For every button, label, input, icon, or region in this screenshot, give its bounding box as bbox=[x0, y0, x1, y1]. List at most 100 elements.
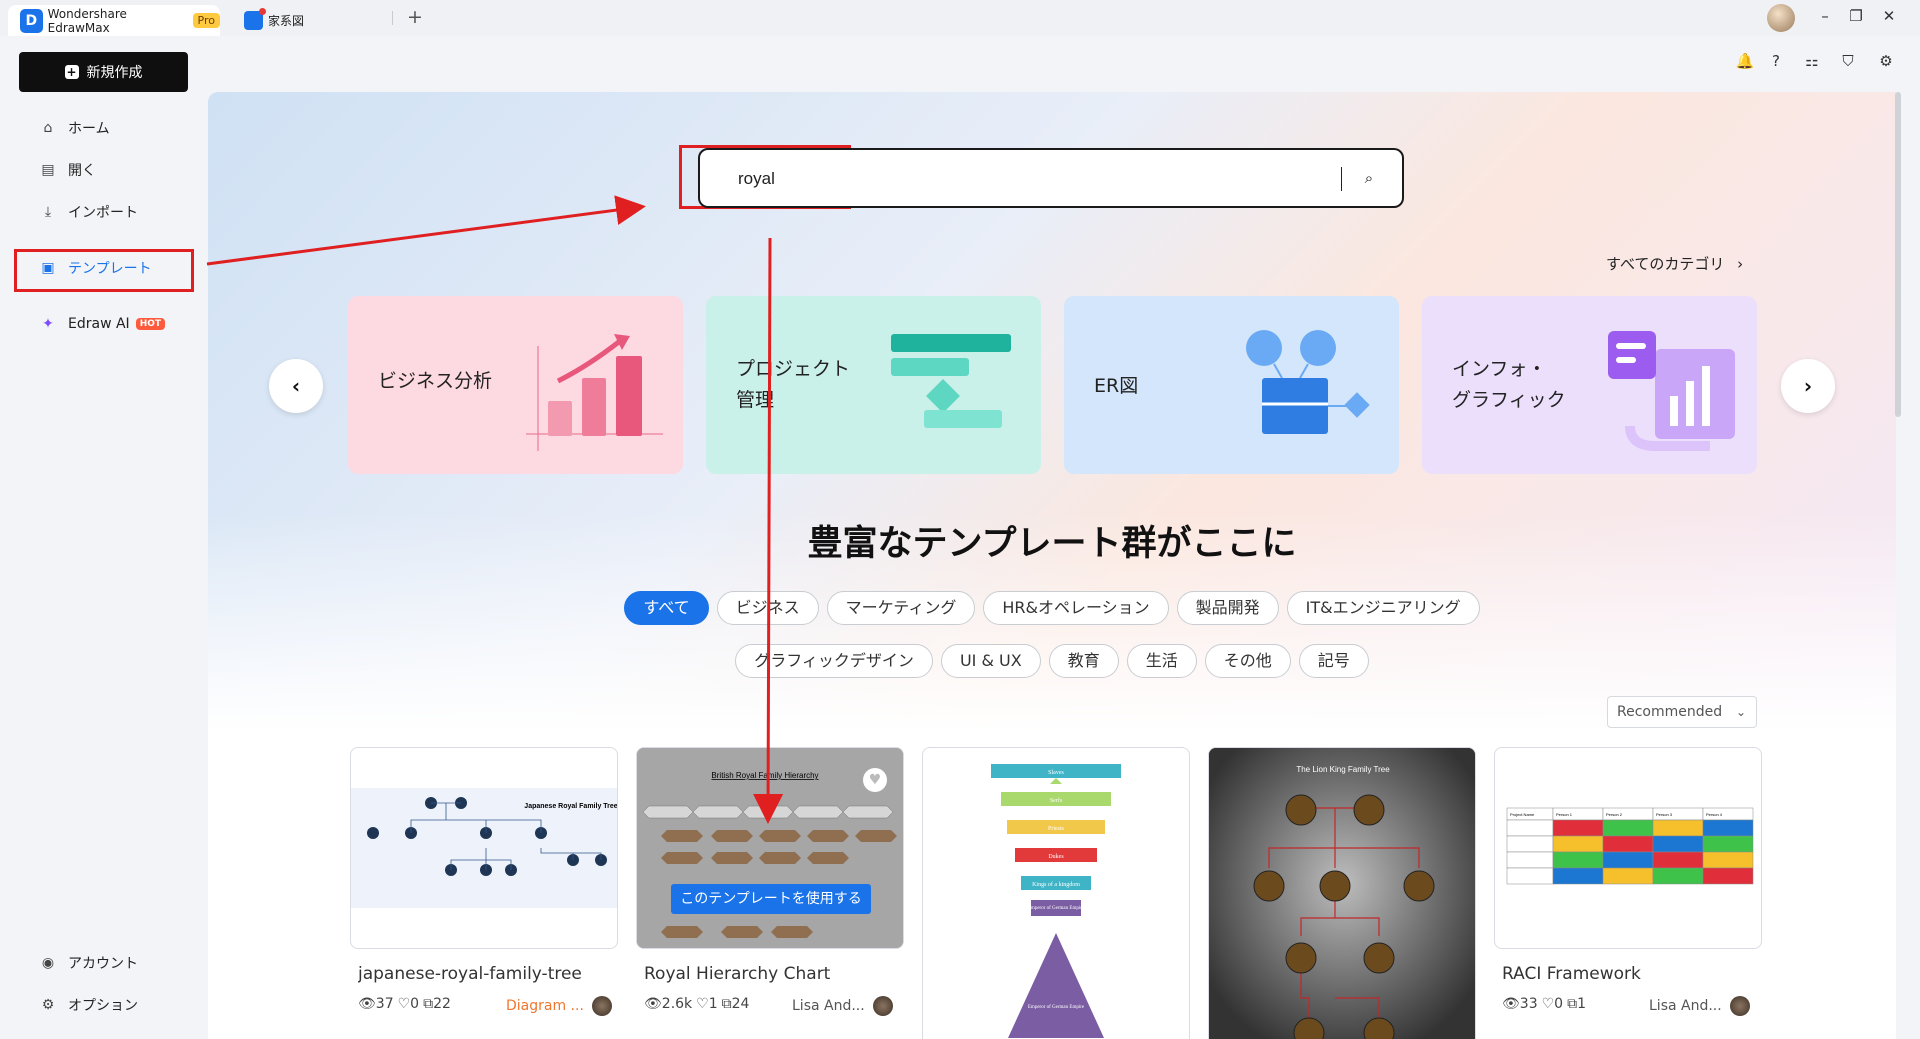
filter-chip-marketing[interactable]: マーケティング bbox=[826, 591, 976, 625]
edrawmax-logo-icon: D bbox=[20, 8, 43, 33]
filter-chip-all[interactable]: すべて bbox=[624, 591, 709, 625]
template-card[interactable]: Slaves Serfs Priests Dukes Kings of a ki… bbox=[922, 747, 1190, 1039]
new-button-label: 新規作成 bbox=[86, 65, 143, 81]
author-name: Lisa And... bbox=[792, 998, 865, 1014]
template-card[interactable]: The Lion King Family Tree bbox=[1208, 747, 1476, 1039]
all-categories-label: すべてのカテゴリ bbox=[1606, 255, 1725, 273]
restore-button[interactable]: ❐ bbox=[1846, 7, 1866, 25]
template-author[interactable]: Lisa And... bbox=[792, 996, 893, 1016]
sort-value: Recommended bbox=[1617, 704, 1723, 720]
shirt-icon[interactable]: ⛉ bbox=[1838, 52, 1858, 70]
gear-icon[interactable]: ⚙ bbox=[1876, 52, 1896, 70]
template-thumbnail: Slaves Serfs Priests Dukes Kings of a ki… bbox=[991, 764, 1121, 1038]
account-icon: ◉ bbox=[41, 955, 55, 971]
favorite-icon[interactable]: ♥ bbox=[863, 768, 887, 792]
hot-badge: HOT bbox=[135, 318, 166, 330]
filter-row-2: グラフィックデザイン UI & UX 教育 生活 その他 記号 bbox=[208, 644, 1896, 678]
svg-text:Emperor of German Empire: Emperor of German Empire bbox=[1028, 906, 1085, 911]
import-icon: ⤓ bbox=[44, 204, 52, 220]
filter-chip-graphic-design[interactable]: グラフィックデザイン bbox=[735, 644, 933, 678]
likes-count: 0 bbox=[1554, 996, 1564, 1012]
filter-chip-ui-ux[interactable]: UI & UX bbox=[940, 644, 1041, 678]
filter-chip-symbols[interactable]: 記号 bbox=[1298, 644, 1369, 678]
help-icon[interactable]: ? bbox=[1766, 52, 1786, 70]
sidebar-item-label: アカウント bbox=[68, 956, 138, 972]
use-template-button[interactable]: このテンプレートを使用する bbox=[671, 884, 871, 914]
title-bar: D Wondershare EdrawMax Pro 家系図 + – ❐ ✕ bbox=[0, 0, 1920, 36]
template-title[interactable]: RACI Framework bbox=[1502, 964, 1762, 984]
category-label: インフォ・ グラフィック bbox=[1452, 358, 1566, 411]
filter-chip-hr[interactable]: HR&オペレーション bbox=[983, 591, 1169, 625]
apps-icon[interactable]: ⚏ bbox=[1802, 52, 1822, 70]
template-title[interactable]: Royal Hierarchy Chart bbox=[644, 964, 904, 984]
new-document-button[interactable]: + 新規作成 bbox=[19, 52, 188, 92]
svg-text:Person 3: Person 3 bbox=[1656, 812, 1673, 817]
sidebar-item-open[interactable]: ▤ 開く bbox=[40, 160, 96, 180]
sidebar-item-import[interactable]: ⤓ インポート bbox=[40, 202, 138, 222]
thumb-title: The Lion King Family Tree bbox=[1296, 765, 1390, 774]
template-thumbnail: Project Name Person 1 Person 2 Person 3 Pers… bbox=[1506, 807, 1754, 885]
bar-chart-illustration bbox=[526, 334, 663, 451]
page-headline: 豊富なテンプレート群がここに bbox=[807, 524, 1297, 564]
template-card[interactable]: Japanese Royal Family Tree bbox=[350, 747, 618, 949]
carousel-next-button[interactable]: › bbox=[1781, 359, 1835, 413]
sidebar-item-templates[interactable]: ▣ テンプレート bbox=[40, 258, 151, 278]
template-card[interactable]: Project Name Person 1 Person 2 Person 3 Pers… bbox=[1494, 747, 1762, 949]
svg-text:Dukes: Dukes bbox=[1048, 854, 1064, 860]
category-label: ER図 bbox=[1094, 375, 1139, 397]
tab-edrawmax[interactable]: D Wondershare EdrawMax Pro bbox=[8, 5, 220, 36]
chevron-left-icon: ‹ bbox=[291, 374, 301, 398]
filter-chip-other[interactable]: その他 bbox=[1204, 644, 1291, 678]
template-thumbnail: The Lion King Family Tree bbox=[1209, 748, 1475, 1039]
svg-text:Project Name: Project Name bbox=[1510, 812, 1535, 817]
filter-chip-business[interactable]: ビジネス bbox=[716, 591, 819, 625]
gear-icon: ⚙ bbox=[41, 997, 55, 1013]
template-author[interactable]: Diagram ... bbox=[506, 996, 612, 1016]
filter-chip-life[interactable]: 生活 bbox=[1126, 644, 1197, 678]
filter-chip-product[interactable]: 製品開発 bbox=[1176, 591, 1279, 625]
sidebar-item-options[interactable]: ⚙ オプション bbox=[40, 995, 138, 1015]
likes-count: 1 bbox=[708, 996, 718, 1012]
category-project-management[interactable]: プロジェクト 管理 bbox=[706, 296, 1041, 474]
sidebar-item-label: 開く bbox=[68, 163, 96, 179]
user-avatar[interactable] bbox=[1767, 4, 1795, 32]
sidebar-item-edraw-ai[interactable]: ✦ Edraw AI HOT bbox=[40, 316, 166, 332]
template-title[interactable]: japanese-royal-family-tree bbox=[358, 964, 618, 984]
sidebar-item-account[interactable]: ◉ アカウント bbox=[40, 953, 138, 973]
pro-badge: Pro bbox=[192, 13, 220, 28]
tab-family-tree[interactable]: 家系図 bbox=[236, 5, 304, 36]
sidebar-item-home[interactable]: ⌂ ホーム bbox=[40, 118, 110, 138]
svg-text:Serfs: Serfs bbox=[1050, 797, 1063, 804]
eye-icon: 👁 bbox=[644, 996, 662, 1012]
search-divider bbox=[1341, 167, 1342, 191]
author-name: Diagram ... bbox=[506, 998, 584, 1014]
sort-dropdown[interactable]: Recommended ⌄ bbox=[1607, 696, 1757, 728]
likes-count: 0 bbox=[410, 996, 420, 1012]
search-input[interactable] bbox=[738, 164, 1298, 194]
bell-icon[interactable]: 🔔 bbox=[1735, 52, 1755, 70]
close-button[interactable]: ✕ bbox=[1879, 7, 1899, 25]
category-er-diagram[interactable]: ER図 bbox=[1064, 296, 1399, 474]
views-count: 2.6k bbox=[661, 996, 693, 1012]
filter-chip-education[interactable]: 教育 bbox=[1048, 644, 1119, 678]
carousel-prev-button[interactable]: ‹ bbox=[269, 359, 323, 413]
template-search-box[interactable]: ⌕ bbox=[698, 148, 1404, 208]
author-avatar bbox=[1729, 996, 1750, 1016]
filter-chip-it[interactable]: IT&エンジニアリング bbox=[1286, 591, 1480, 625]
category-infographic[interactable]: インフォ・ グラフィック bbox=[1422, 296, 1757, 474]
template-stats: 👁 33 ♡ 0 ⧉ 1 bbox=[1502, 996, 1586, 1012]
template-author[interactable]: Lisa And... bbox=[1649, 996, 1750, 1016]
add-tab-button[interactable]: + bbox=[404, 6, 426, 28]
gantt-illustration bbox=[891, 334, 1011, 428]
search-icon[interactable]: ⌕ bbox=[1356, 165, 1382, 191]
author-avatar bbox=[591, 996, 612, 1016]
copies-count: 22 bbox=[433, 996, 451, 1012]
all-categories-link[interactable]: すべてのカテゴリ › bbox=[1606, 253, 1743, 274]
template-card[interactable]: British Royal Family Hierarchy ♥ このテンプレー… bbox=[636, 747, 904, 949]
tab-title: 家系図 bbox=[268, 14, 305, 28]
category-business-analysis[interactable]: ビジネス分析 bbox=[348, 296, 683, 474]
minimize-button[interactable]: – bbox=[1815, 7, 1835, 25]
category-label: プロジェクト 管理 bbox=[736, 358, 851, 411]
scrollbar[interactable] bbox=[1895, 92, 1901, 417]
svg-text:Slaves: Slaves bbox=[1048, 770, 1064, 776]
